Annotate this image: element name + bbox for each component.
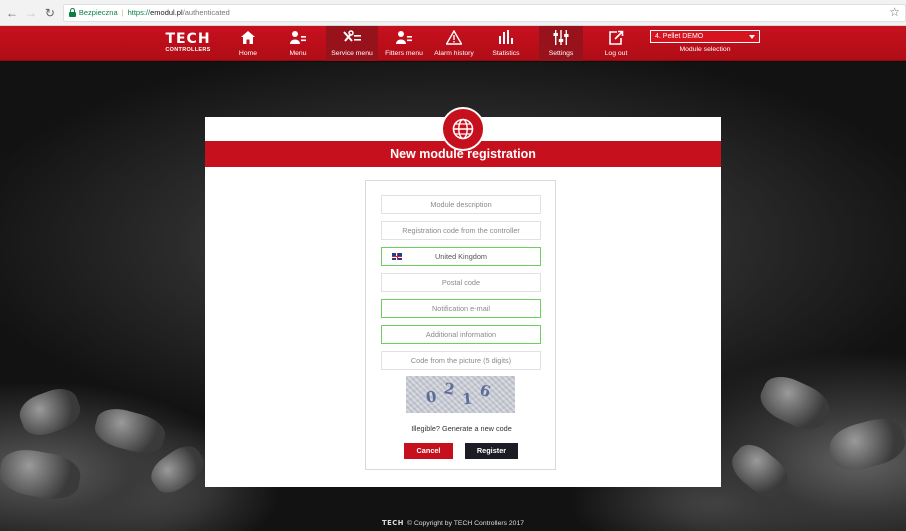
captcha-char: 6	[477, 380, 493, 402]
nav-service-menu[interactable]: Service menu	[326, 26, 378, 61]
url-scheme: https://	[127, 8, 151, 17]
url-host: emodul.pl	[150, 8, 183, 17]
postal-code-input[interactable]: Postal code	[381, 273, 541, 292]
home-icon	[240, 28, 256, 46]
regenerate-captcha-link[interactable]: Illegible? Generate a new code	[366, 424, 557, 433]
register-button[interactable]: Register	[465, 443, 518, 459]
registration-code-input[interactable]: Registration code from the controller	[381, 221, 541, 240]
url-path: /authenticated	[182, 8, 230, 17]
nav-menu[interactable]: Menu	[285, 26, 311, 61]
bar-chart-icon	[498, 28, 514, 46]
user-menu-icon	[290, 28, 306, 46]
chevron-down-icon	[749, 35, 755, 39]
module-select-caption: Module selection	[679, 46, 731, 53]
app-header: TECH CONTROLLERS Home Menu Service menu …	[0, 26, 906, 61]
registration-modal: New module registration Module descripti…	[205, 107, 721, 487]
tools-icon	[343, 28, 361, 46]
country-value: United Kingdom	[435, 252, 487, 261]
arrow-left-icon[interactable]: ←	[5, 6, 19, 20]
nav-settings[interactable]: Settings	[539, 26, 583, 61]
globe-icon	[441, 107, 485, 151]
lock-icon	[68, 8, 76, 17]
nav-log-out[interactable]: Log out	[598, 26, 634, 61]
captcha-char: 0	[424, 387, 438, 407]
browser-toolbar: ← → ↻ Bezpieczna | https://emodul.pl/aut…	[0, 0, 906, 26]
captcha-input[interactable]: Code from the picture (5 digits)	[381, 351, 541, 370]
reload-icon[interactable]: ↻	[43, 6, 57, 20]
secure-label: Bezpieczna	[78, 8, 118, 17]
cancel-button[interactable]: Cancel	[404, 443, 453, 459]
captcha-image: 0 2 1 6	[406, 376, 515, 413]
uk-flag-icon	[392, 253, 402, 260]
country-select[interactable]: United Kingdom	[381, 247, 541, 266]
footer-logo: TECH	[381, 519, 404, 527]
sliders-icon	[553, 28, 569, 46]
nav-statistics[interactable]: Statistics	[488, 26, 524, 61]
module-select[interactable]: 4. Pellet DEMO	[650, 30, 760, 43]
warning-icon	[446, 28, 462, 46]
footer-copyright: © Copyright by TECH Controllers 2017	[406, 520, 525, 527]
address-bar[interactable]: Bezpieczna | https://emodul.pl/authentic…	[62, 3, 906, 22]
tech-logo[interactable]: TECH CONTROLLERS	[163, 32, 213, 54]
captcha-char: 2	[442, 379, 456, 399]
nav-home[interactable]: Home	[234, 26, 262, 61]
notification-email-input[interactable]: Notification e-mail	[381, 299, 541, 318]
nav-alarm-history[interactable]: Alarm history	[430, 26, 478, 61]
captcha-char: 1	[461, 389, 474, 409]
star-icon[interactable]: ☆	[889, 5, 900, 19]
additional-info-input[interactable]: Additional information	[381, 325, 541, 344]
arrow-right-icon[interactable]: →	[24, 6, 38, 20]
user-menu-icon	[396, 28, 412, 46]
logout-icon	[608, 28, 624, 46]
footer: TECH © Copyright by TECH Controllers 2017	[0, 519, 906, 527]
module-description-input[interactable]: Module description	[381, 195, 541, 214]
registration-form: Module description Registration code fro…	[365, 180, 556, 470]
module-select-value: 4. Pellet DEMO	[655, 33, 704, 40]
nav-fitters-menu[interactable]: Fitters menu	[380, 26, 428, 61]
